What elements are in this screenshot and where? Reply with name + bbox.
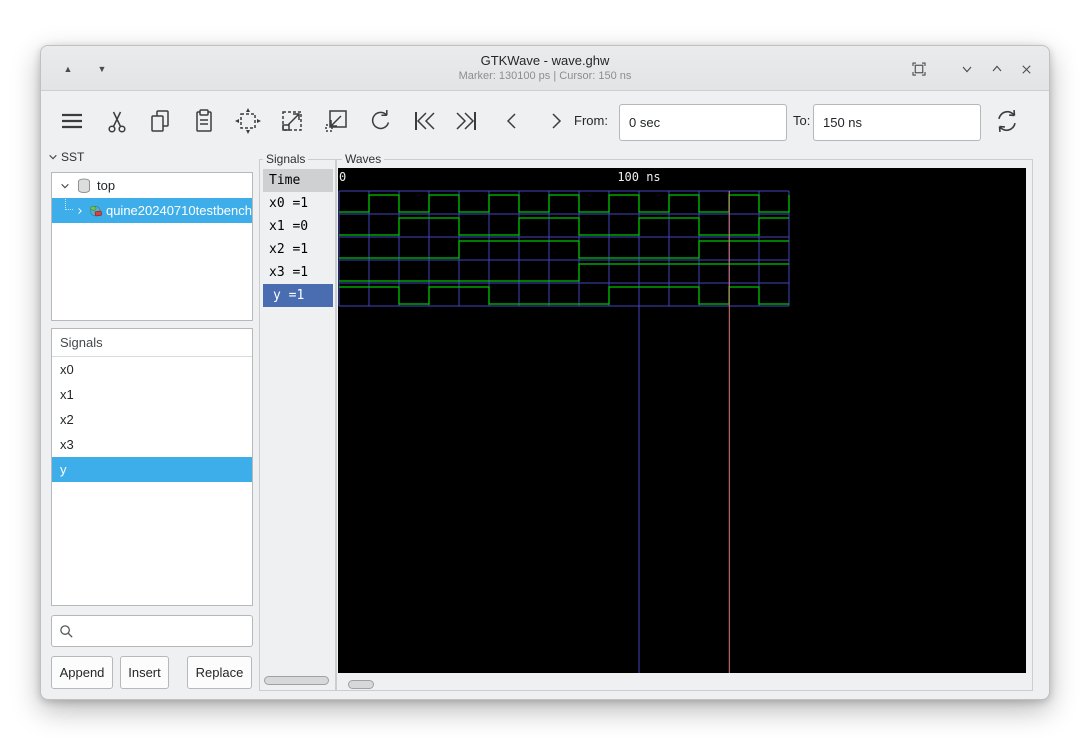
fullscreen-icon [910,60,928,78]
from-input[interactable] [619,104,787,141]
facs-list-item[interactable]: x0 [52,357,252,382]
facs-list-item[interactable]: x3 [52,432,252,457]
signals-frame: Signals Time x0 =1x1 =0x2 =1x3 =1y =1 [259,159,336,691]
zoom-in-area-button[interactable] [319,104,353,138]
shift-right-button[interactable] [539,104,573,138]
reload-button[interactable] [990,104,1024,138]
wave-trace-x2 [339,241,789,258]
zoom-out-full-icon [277,106,307,136]
wave-canvas[interactable]: 0 100 ns [338,168,1026,673]
minimize-button[interactable] [955,57,979,81]
waveform-plot: 0 100 ns [338,168,1026,673]
fetch-end-button[interactable] [450,104,484,138]
append-button[interactable]: Append [51,656,113,689]
insert-button[interactable]: Insert [120,656,169,689]
chevron-up-icon [989,61,1005,77]
zoom-out-full-button[interactable] [275,104,309,138]
signals-hscrollbar-thumb[interactable] [264,676,329,685]
to-label: To: [793,113,810,128]
waves-frame-label: Waves [342,152,384,166]
search-box [51,615,253,647]
shift-left-button[interactable] [495,104,529,138]
replace-button[interactable]: Replace [187,656,252,689]
gtkwave-window: ▲ ▼ GTKWave - wave.ghw Marker: 130100 ps… [40,45,1050,700]
skip-to-end-icon [452,106,482,136]
signal-value-row[interactable]: x2 =1 [263,238,333,261]
wave-trace-x3 [339,264,789,281]
window-subtitle: Marker: 130100 ps | Cursor: 150 ns [41,70,1049,82]
signal-value-row[interactable]: x1 =0 [263,215,333,238]
chevron-down-icon [959,61,975,77]
tree-item-label: top [97,178,115,193]
chevron-right-icon [541,106,571,136]
menu-button[interactable] [55,104,89,138]
waves-hscrollbar[interactable] [343,679,1023,690]
tree-item-top[interactable]: top [52,173,252,198]
signal-value-row[interactable]: x3 =1 [263,261,333,284]
undo-icon [365,106,395,136]
search-icon [59,624,74,639]
signals-frame-label: Signals [263,152,308,166]
cut-button[interactable] [100,104,134,138]
chevron-down-icon [60,181,70,191]
facs-rows: x0x1x2x3y [52,357,252,482]
waves-hscrollbar-thumb[interactable] [348,680,374,689]
chevron-down-icon [48,152,58,162]
wave-trace-x0 [339,195,789,212]
wave-trace-x1 [339,218,789,235]
paste-icon [189,106,219,136]
sst-header[interactable]: SST [48,150,84,164]
wave-trace-y [339,287,789,304]
signal-value-row[interactable]: y =1 [263,284,333,307]
sst-tree: top quine20240710testbench [51,172,253,321]
close-button[interactable] [1014,57,1038,81]
scissors-icon [102,106,132,136]
timeline-label: 100 ns [617,170,660,184]
from-label: From: [574,113,608,128]
zoom-fit-icon [233,106,263,136]
copy-button[interactable] [143,104,177,138]
facs-list-item[interactable]: y [52,457,252,482]
copy-icon [145,106,175,136]
undo-button[interactable] [363,104,397,138]
close-icon [1019,62,1034,77]
menu-icon [57,106,87,136]
zoom-fit-button[interactable] [231,104,265,138]
skip-to-start-icon [409,106,439,136]
toolbar: From: To: [41,92,1049,150]
maximize-button[interactable] [985,57,1009,81]
paste-button[interactable] [187,104,221,138]
facs-list: Signals x0x1x2x3y [51,328,253,606]
signals-hscrollbar[interactable] [263,675,333,686]
to-input[interactable] [813,104,981,141]
reload-icon [991,105,1023,137]
timeline-label: 0 [339,170,346,184]
module-icon [89,203,102,219]
sst-label: SST [61,150,84,164]
database-icon [76,177,92,195]
signal-value-row[interactable]: x0 =1 [263,192,333,215]
fullscreen-button[interactable] [907,57,931,81]
facs-list-item[interactable]: x2 [52,407,252,432]
tree-guide [65,198,73,210]
signal-value-rows: x0 =1x1 =0x2 =1x3 =1y =1 [263,192,333,307]
window-title: GTKWave - wave.ghw [41,53,1049,68]
fetch-start-button[interactable] [407,104,441,138]
chevron-right-icon [76,206,84,216]
time-header-cell[interactable]: Time [263,169,333,192]
search-input[interactable] [51,615,253,647]
tree-item-label: quine20240710testbench [106,203,252,218]
facs-list-item[interactable]: x1 [52,382,252,407]
zoom-in-area-icon [321,106,351,136]
chevron-left-icon [497,106,527,136]
tree-item-testbench[interactable]: quine20240710testbench [52,198,252,223]
facs-column-header[interactable]: Signals [52,329,252,357]
titlebar[interactable]: ▲ ▼ GTKWave - wave.ghw Marker: 130100 ps… [41,46,1049,91]
